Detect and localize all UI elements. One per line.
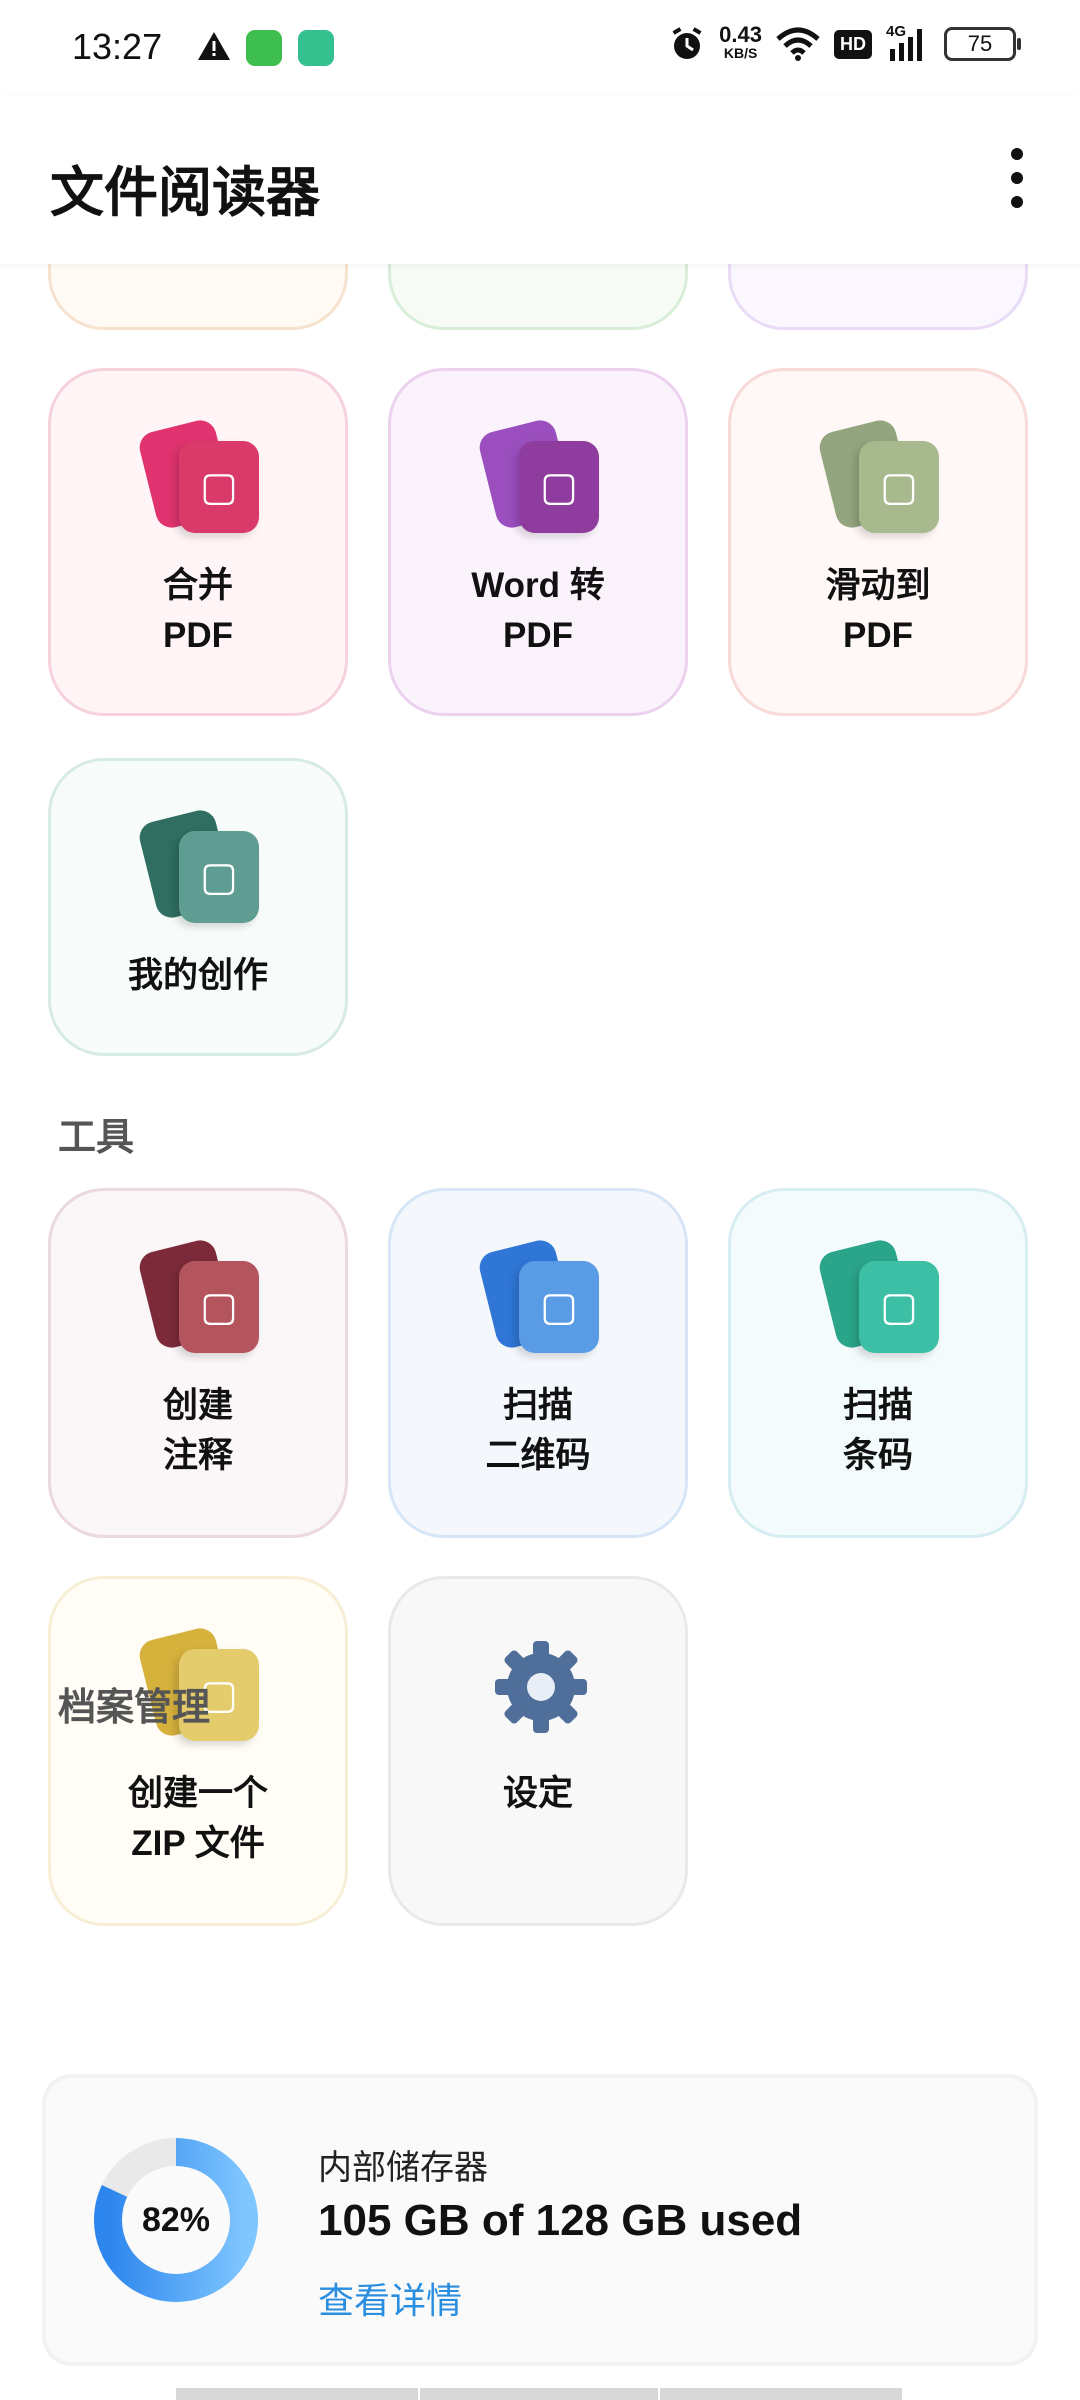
partial-card-1[interactable]: PDF	[388, 264, 688, 330]
page-title: 文件阅读器	[50, 163, 320, 223]
storage-used: 105 GB of 128 GB used	[318, 2196, 803, 2245]
card-label: 合并 PDF	[162, 566, 233, 655]
card-label: 滑动到 PDF	[825, 566, 931, 655]
speed-unit: KB/S	[723, 45, 758, 61]
tool-card-2[interactable]: ▢ 扫描 条码	[728, 1188, 1028, 1538]
card-label: 扫描 条码	[842, 1386, 913, 1475]
card-label: 扫描 二维码	[485, 1386, 591, 1475]
slides-to-pdf-icon: ▢	[816, 417, 939, 533]
tool-card-3[interactable]: ▢ 创建一个 ZIP 文件	[48, 1576, 348, 1926]
card-label: PDF	[503, 264, 573, 267]
messages-app-icon	[246, 30, 282, 66]
partial-card-0[interactable]: PDF	[48, 264, 348, 330]
pdf-card-0[interactable]: ▢ 合并 PDF	[48, 368, 348, 716]
card-label: 创建 注释	[162, 1386, 233, 1475]
my-creations-icon: ▢	[136, 807, 259, 923]
battery-indicator: 75	[944, 27, 1021, 61]
battery-level: 75	[967, 31, 993, 56]
pdf-card-2[interactable]: ▢ 滑动到 PDF	[728, 368, 1028, 716]
create-annotation-icon: ▢	[136, 1237, 259, 1353]
partial-card-2[interactable]	[728, 264, 1028, 330]
card-label: 我的创作	[127, 956, 268, 995]
storage-percent: 82%	[141, 2200, 211, 2239]
merge-pdf-icon: ▢	[136, 417, 259, 533]
hd-badge: HD	[834, 29, 872, 59]
scroll-indicator-2	[420, 2388, 658, 2400]
pdf-card-3[interactable]: ▢ 我的创作	[48, 758, 348, 1056]
network-speed: 0.43 KB/S	[719, 24, 762, 62]
scan-qr-icon: ▢	[476, 1237, 599, 1353]
warning-icon	[198, 32, 230, 60]
status-bar: 13:27 0.43 KB/S HD 4G 75	[0, 0, 1080, 96]
files-section-title: 档案管理	[58, 1687, 211, 1729]
pdf-card-1[interactable]: ▢ Word 转 PDF	[388, 368, 688, 716]
alarm-icon	[672, 27, 702, 59]
tool-card-1[interactable]: ▢ 扫描 二维码	[388, 1188, 688, 1538]
main-content[interactable]: PDF PDF ▢ 合并 PDF ▢ Word 转 PDF ▢ 滑动到 PDF ▢ 我的创作 工…	[0, 264, 1080, 2400]
scroll-indicator-3	[660, 2388, 902, 2400]
tool-card-4[interactable]: 设定	[388, 1576, 688, 1926]
wallet-app-icon	[298, 30, 334, 66]
card-label: PDF	[163, 264, 233, 267]
wifi-icon	[776, 27, 820, 61]
cell-signal: 4G	[886, 23, 930, 61]
app-bar: 文件阅读器	[0, 96, 1080, 264]
network-type: 4G	[886, 23, 907, 40]
scroll-indicator-1	[176, 2388, 418, 2400]
tool-card-0[interactable]: ▢ 创建 注释	[48, 1188, 348, 1538]
word-to-pdf-icon: ▢	[476, 417, 599, 533]
scan-barcode-icon: ▢	[816, 1237, 939, 1353]
view-details-link[interactable]: 查看详情	[318, 2272, 462, 2324]
gear-icon	[483, 1631, 593, 1741]
storage-name: 内部储存器	[318, 2149, 488, 2187]
status-time: 13:27	[72, 26, 163, 67]
tools-section-title: 工具	[58, 1117, 135, 1159]
card-label: 设定	[502, 1774, 573, 1813]
card-label: 创建一个 ZIP 文件	[127, 1774, 268, 1863]
internal-storage-card[interactable]: 82% 内部储存器 105 GB of 128 GB used 查看详情	[42, 2074, 1038, 2366]
card-label: Word 转 PDF	[471, 566, 605, 655]
more-options-button[interactable]	[1002, 148, 1032, 208]
